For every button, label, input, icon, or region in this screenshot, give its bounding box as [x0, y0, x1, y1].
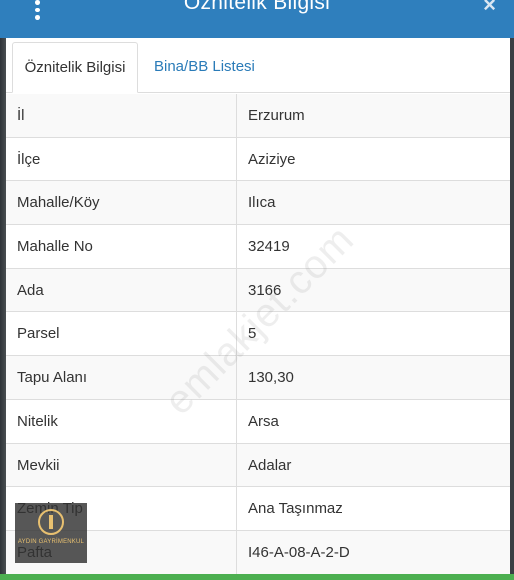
table-row: İl Erzurum — [6, 94, 510, 138]
row-key: Mevkii — [6, 443, 237, 487]
row-key: Nitelik — [6, 399, 237, 443]
row-value: Adalar — [248, 456, 292, 474]
row-value: Arsa — [248, 412, 279, 430]
row-value: 5 — [248, 325, 257, 343]
menu-dot — [34, 15, 40, 21]
logo-text: AYDIN GAYRİMENKUL — [17, 539, 85, 545]
row-key: İl — [6, 94, 237, 137]
row-key: Tapu Alanı — [6, 356, 237, 399]
table-row: Mevkii Adalar — [6, 443, 510, 488]
table-row: Nitelik Arsa — [6, 399, 510, 444]
table-row: Tapu Alanı 130,30 — [6, 356, 510, 400]
tab-building-list[interactable]: Bina/BB Listesi — [144, 42, 265, 92]
row-value: 3166 — [248, 281, 282, 299]
row-value: 130,30 — [248, 369, 294, 387]
row-key: Parsel — [6, 312, 237, 356]
row-value: Erzurum — [248, 107, 305, 124]
row-value: I46-A-08-A-2-D — [248, 543, 350, 561]
agency-logo: AYDIN GAYRİMENKUL — [15, 503, 87, 563]
row-key: İlçe — [6, 137, 237, 181]
screen: Öznitelik Bilgisi × Öznitelik Bilgisi Bi… — [0, 0, 514, 580]
tab-attribute-info[interactable]: Öznitelik Bilgisi — [12, 42, 138, 93]
table-row: İlçe Aziziye — [6, 137, 510, 182]
row-value: Ana Taşınmaz — [248, 500, 343, 518]
attribute-panel: Öznitelik Bilgisi Bina/BB Listesi İl Erz… — [6, 38, 510, 580]
row-key: Mahalle/Köy — [6, 181, 237, 225]
row-key: Ada — [6, 268, 237, 312]
row-value: Ilıca — [248, 194, 276, 212]
modal-header: Öznitelik Bilgisi × — [0, 0, 514, 38]
close-icon[interactable]: × — [483, 0, 496, 16]
bottom-bar — [0, 574, 514, 580]
table-row: Parsel 5 — [6, 312, 510, 357]
table-row: Mahalle No 32419 — [6, 225, 510, 269]
tab-bar: Öznitelik Bilgisi Bina/BB Listesi — [6, 38, 510, 93]
table-row: Ada 3166 — [6, 268, 510, 313]
row-key: Mahalle No — [6, 225, 237, 268]
logo-mark-icon — [38, 509, 64, 535]
row-value: Aziziye — [248, 150, 296, 168]
row-value: 32419 — [248, 238, 290, 256]
table-row: Mahalle/Köy Ilıca — [6, 181, 510, 226]
modal-title: Öznitelik Bilgisi — [183, 0, 331, 14]
